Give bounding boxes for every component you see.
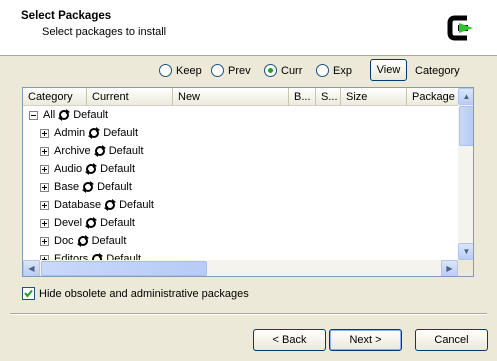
tree-item-label: Doc (54, 235, 74, 247)
cygwin-logo-icon (447, 15, 473, 41)
tree-item-state: Default (100, 163, 135, 175)
tree-item-devel[interactable]: Devel Default (40, 214, 135, 232)
page-title: Select Packages (21, 10, 112, 22)
wizard-header: Select Packages Select packages to insta… (0, 0, 497, 56)
tree-item-state: Default (91, 235, 127, 247)
tree-item-database[interactable]: Database Default (40, 196, 154, 214)
column-header-bar: Category Current New B... S... Size Pack… (23, 88, 458, 106)
page-subtitle: Select packages to install (42, 26, 167, 38)
scroll-down-icon[interactable]: ▼ (458, 243, 473, 260)
tree-item-state: Default (73, 109, 109, 121)
expand-icon[interactable] (40, 200, 49, 210)
tree-item-label: Archive (54, 145, 91, 157)
column-current[interactable]: Current (87, 88, 173, 106)
tree-item-state: Default (106, 253, 142, 260)
tree-item-label: Admin (54, 127, 86, 139)
tree-item-label: Base (54, 181, 80, 193)
cycle-icon[interactable] (85, 217, 98, 229)
vertical-scrollbar[interactable]: ▲ ▼ (458, 88, 473, 260)
tree-item-all[interactable]: All Default (29, 106, 108, 124)
hide-obsolete-label: Hide obsolete and administrative package… (39, 287, 249, 300)
expand-icon[interactable] (40, 236, 49, 246)
radio-prev-circle[interactable] (211, 64, 224, 77)
cycle-icon[interactable] (91, 253, 104, 260)
cycle-icon[interactable] (76, 235, 89, 247)
checkmark-icon (24, 289, 33, 298)
column-new[interactable]: New (173, 88, 289, 106)
radio-curr-circle[interactable] (264, 64, 277, 77)
radio-keep-circle[interactable] (159, 64, 172, 77)
tree-item-label: Database (54, 199, 102, 211)
radio-curr-label: Curr (281, 64, 303, 77)
radio-exp[interactable]: Exp (316, 64, 352, 77)
expand-icon[interactable] (40, 164, 49, 174)
scroll-right-icon[interactable]: ▶ (441, 260, 458, 276)
tree-item-state: Default (100, 217, 135, 229)
column-src[interactable]: S... (316, 88, 341, 106)
tree-item-label: All (43, 109, 56, 121)
expand-icon[interactable] (40, 218, 49, 228)
radio-exp-label: Exp (333, 64, 352, 77)
back-button[interactable]: < Back (253, 329, 326, 351)
cycle-icon[interactable] (58, 109, 71, 121)
tree-item-editors[interactable]: Editors Default (40, 250, 141, 260)
horizontal-scrollbar[interactable]: ◀ ▶ (23, 260, 458, 276)
tree-item-label: Devel (54, 217, 83, 229)
collapse-icon[interactable] (29, 110, 38, 120)
radio-curr[interactable]: Curr (264, 64, 302, 77)
tree-item-admin[interactable]: Admin Default (40, 124, 138, 142)
scroll-left-icon[interactable]: ◀ (23, 260, 40, 276)
cycle-icon[interactable] (85, 163, 98, 175)
radio-prev[interactable]: Prev (211, 64, 251, 77)
tree-item-state: Default (108, 145, 144, 157)
view-button[interactable]: View (370, 59, 407, 81)
scrollbar-corner (458, 260, 473, 276)
expand-icon[interactable] (40, 146, 49, 156)
tree-item-base[interactable]: Base Default (40, 178, 132, 196)
radio-keep-label: Keep (176, 64, 202, 77)
tree-item-audio[interactable]: Audio Default (40, 160, 135, 178)
column-category[interactable]: Category (23, 88, 87, 106)
next-button[interactable]: Next > (329, 329, 402, 351)
radio-exp-circle[interactable] (316, 64, 329, 77)
view-mode-label: Category (415, 65, 460, 77)
cycle-icon[interactable] (93, 145, 106, 157)
cycle-icon[interactable] (88, 127, 101, 139)
cycle-icon[interactable] (104, 199, 117, 211)
radio-prev-label: Prev (228, 64, 251, 77)
tree-item-label: Editors (54, 253, 89, 260)
cancel-button[interactable]: Cancel (415, 329, 488, 351)
tree-item-state: Default (103, 127, 139, 139)
tree-item-state: Default (97, 181, 132, 193)
hide-obsolete-checkbox[interactable] (22, 287, 35, 300)
horizontal-scroll-thumb[interactable] (41, 261, 207, 276)
tree-item-doc[interactable]: Doc Default (40, 232, 126, 250)
column-package[interactable]: Package (407, 88, 458, 106)
expand-icon[interactable] (40, 182, 49, 192)
package-list[interactable]: Category Current New B... S... Size Pack… (22, 87, 474, 277)
column-bin[interactable]: B... (289, 88, 316, 106)
tree-rows: All Default Admin Default Archive Defaul… (23, 106, 458, 260)
scroll-up-icon[interactable]: ▲ (458, 88, 473, 105)
vertical-scroll-thumb[interactable] (459, 106, 473, 146)
column-size[interactable]: Size (341, 88, 407, 106)
tree-item-label: Audio (54, 163, 83, 175)
tree-item-state: Default (119, 199, 154, 211)
cycle-icon[interactable] (82, 181, 95, 193)
hide-obsolete-option[interactable]: Hide obsolete and administrative package… (22, 287, 249, 300)
expand-icon[interactable] (40, 128, 49, 138)
separator (10, 313, 487, 315)
radio-keep[interactable]: Keep (159, 64, 202, 77)
tree-item-archive[interactable]: Archive Default (40, 142, 144, 160)
